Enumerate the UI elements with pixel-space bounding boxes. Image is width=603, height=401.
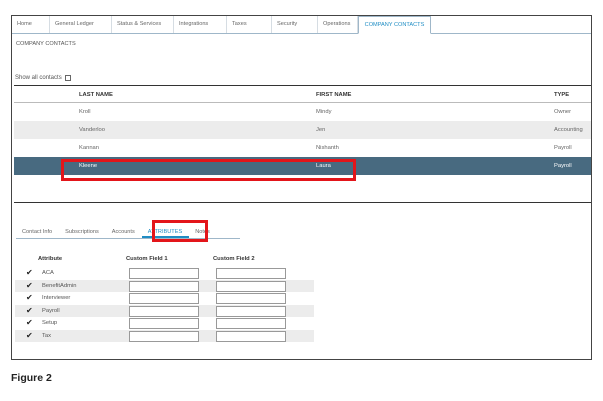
tab-general-ledger[interactable]: General Ledger xyxy=(50,16,112,33)
check-icon: ✔ xyxy=(26,280,33,290)
detail-tab-bar: Contact Info Subscriptions Accounts ATTR… xyxy=(16,227,240,239)
attribute-name: BenefitAdmin xyxy=(42,282,77,289)
tab-contact-info[interactable]: Contact Info xyxy=(16,227,59,238)
show-all-checkbox[interactable] xyxy=(64,75,71,81)
tab-accounts[interactable]: Accounts xyxy=(106,227,142,238)
table-row-selected[interactable]: Kleene Laura Payroll xyxy=(14,157,591,175)
cell-first-name: Nishanth xyxy=(316,145,339,151)
header-attribute: Attribute xyxy=(38,256,63,262)
tab-subscriptions[interactable]: Subscriptions xyxy=(59,227,106,238)
custom-field-1-input[interactable] xyxy=(129,330,199,342)
tab-home[interactable]: Home xyxy=(12,16,50,33)
header-type[interactable]: TYPE xyxy=(554,92,569,98)
tab-operations[interactable]: Operations xyxy=(318,16,358,33)
check-icon: ✔ xyxy=(26,293,33,302)
list-item: ✔ Payroll xyxy=(15,304,314,317)
attribute-name: Interviewer xyxy=(42,295,71,301)
list-item: ✔ ACA xyxy=(15,267,314,280)
tab-integrations[interactable]: Integrations xyxy=(174,16,227,33)
list-item: ✔ Setup xyxy=(15,317,314,330)
tab-attributes[interactable]: ATTRIBUTES xyxy=(141,227,190,238)
custom-field-1-input[interactable] xyxy=(129,268,199,279)
cell-first-name: Laura xyxy=(316,163,331,169)
show-all-contacts: Show all contacts xyxy=(15,75,71,81)
tab-status-services[interactable]: Status & Services xyxy=(112,16,174,33)
cell-first-name: Mindy xyxy=(316,109,332,115)
custom-field-1-input[interactable] xyxy=(129,293,199,304)
custom-field-2-input[interactable] xyxy=(216,318,286,329)
attribute-name: Payroll xyxy=(42,307,60,314)
cell-last-name: Kroll xyxy=(79,109,91,115)
table-row[interactable]: Vanderloo Jen Accounting xyxy=(14,121,591,139)
contacts-header: LAST NAME FIRST NAME TYPE xyxy=(14,86,591,103)
custom-field-1-input[interactable] xyxy=(129,280,199,292)
attribute-name: ACA xyxy=(42,270,54,276)
section-title: COMPANY CONTACTS xyxy=(16,41,76,47)
header-custom-field-2: Custom Field 2 xyxy=(213,256,255,262)
cell-type: Accounting xyxy=(554,127,583,133)
check-icon: ✔ xyxy=(26,268,33,277)
figure-caption: Figure 2 xyxy=(11,372,52,384)
check-icon: ✔ xyxy=(26,318,33,327)
cell-last-name: Kleene xyxy=(79,163,98,169)
cell-type: Payroll xyxy=(554,163,572,169)
cell-type: Payroll xyxy=(554,145,572,151)
contacts-table: LAST NAME FIRST NAME TYPE Kroll Mindy Ow… xyxy=(14,85,591,203)
tab-company-contacts[interactable]: COMPANY CONTACTS xyxy=(358,16,431,34)
header-last-name[interactable]: LAST NAME xyxy=(79,92,113,98)
custom-field-2-input[interactable] xyxy=(216,330,286,342)
attribute-name: Tax xyxy=(42,332,52,339)
tab-security[interactable]: Security xyxy=(272,16,318,33)
custom-field-1-input[interactable] xyxy=(129,318,199,329)
table-row[interactable]: Kroll Mindy Owner xyxy=(14,103,591,121)
custom-field-1-input[interactable] xyxy=(129,305,199,317)
custom-field-2-input[interactable] xyxy=(216,305,286,317)
attribute-name: Setup xyxy=(42,320,58,326)
custom-field-2-input[interactable] xyxy=(216,268,286,279)
header-first-name[interactable]: FIRST NAME xyxy=(316,92,351,98)
table-row[interactable]: Kannan Nishanth Payroll xyxy=(14,139,591,157)
list-item: ✔ Tax xyxy=(15,329,314,342)
cell-first-name: Jen xyxy=(316,127,326,133)
check-icon: ✔ xyxy=(26,305,33,315)
cell-last-name: Kannan xyxy=(79,145,99,151)
list-item: ✔ Interviewer xyxy=(15,292,314,305)
app-frame: Home General Ledger Status & Services In… xyxy=(11,15,592,360)
header-custom-field-1: Custom Field 1 xyxy=(126,256,168,262)
cell-last-name: Vanderloo xyxy=(79,127,105,133)
cell-type: Owner xyxy=(554,109,572,115)
custom-field-2-input[interactable] xyxy=(216,280,286,292)
top-tab-bar: Home General Ledger Status & Services In… xyxy=(12,16,591,34)
tab-taxes[interactable]: Taxes xyxy=(227,16,272,33)
tab-notes[interactable]: Notes xyxy=(189,227,217,238)
show-all-label: Show all contacts xyxy=(15,75,62,81)
list-item: ✔ BenefitAdmin xyxy=(15,279,314,292)
custom-field-2-input[interactable] xyxy=(216,293,286,304)
check-icon: ✔ xyxy=(26,330,33,340)
